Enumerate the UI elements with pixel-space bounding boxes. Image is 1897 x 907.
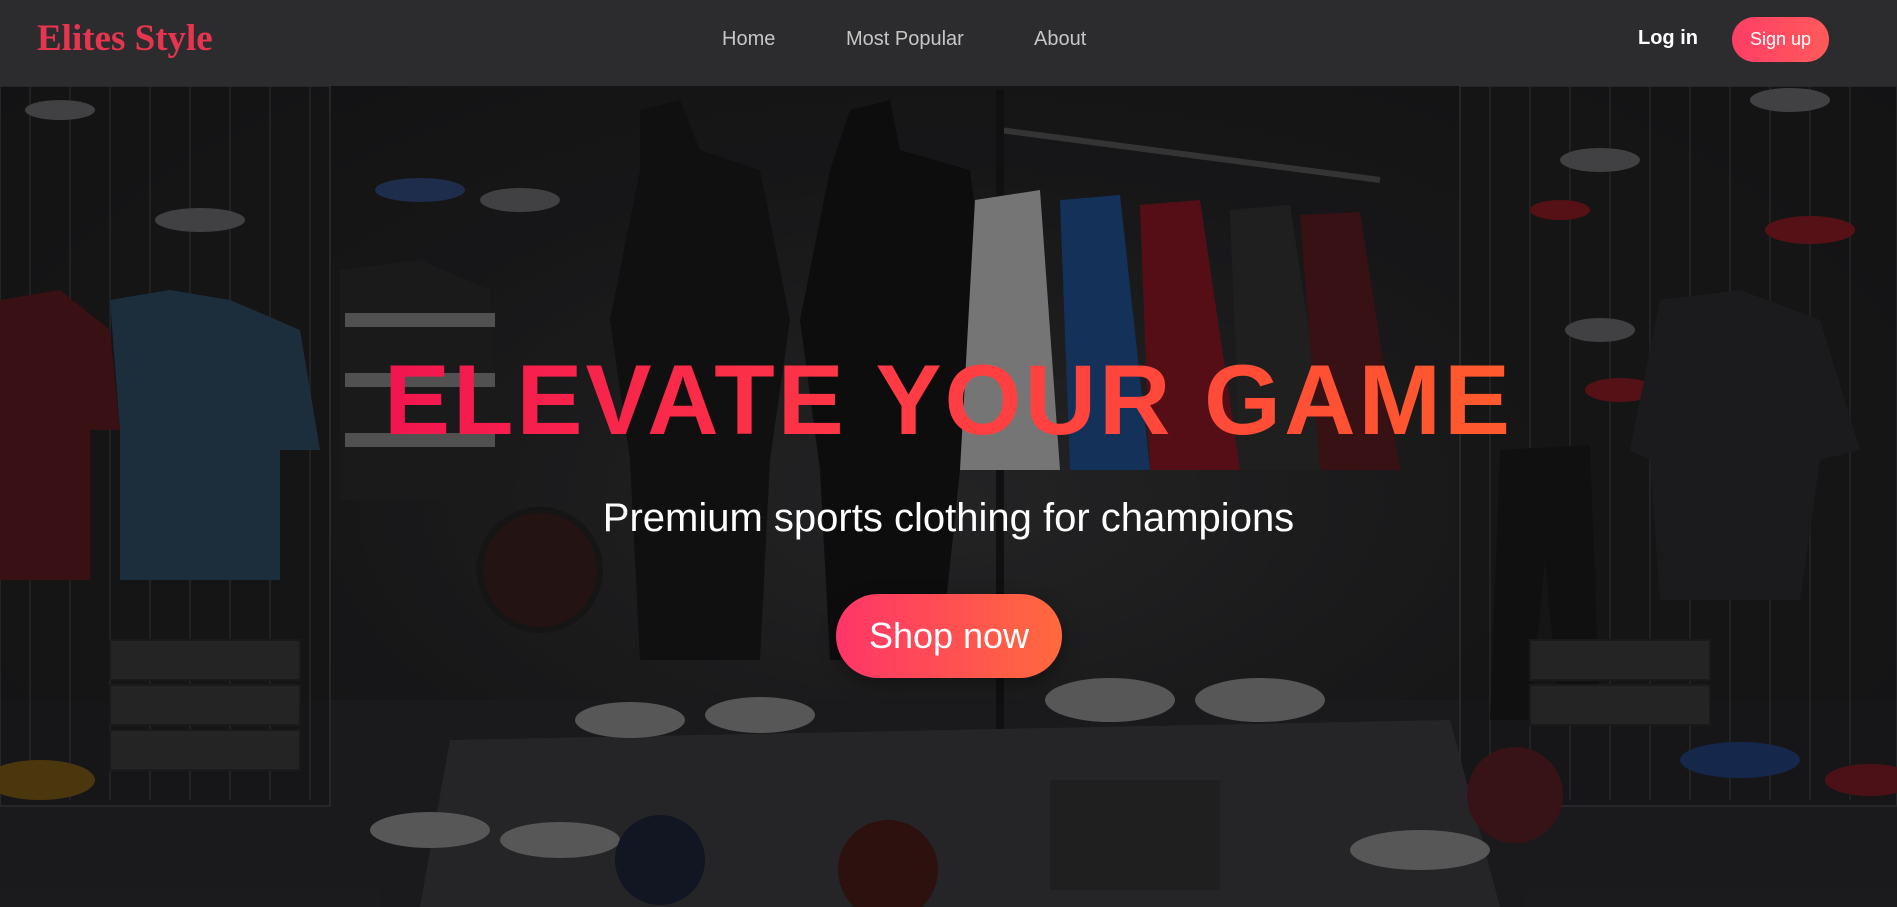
nav-link-about[interactable]: About [1034, 27, 1086, 51]
hero-title-text: ELEVATE YOUR GAME [383, 344, 1514, 455]
hero-subtitle: Premium sports clothing for champions [602, 496, 1295, 540]
nav-links: Home Most Popular About [0, 27, 1897, 51]
login-link[interactable]: Log in [1638, 26, 1698, 50]
shop-now-button[interactable]: Shop now [836, 594, 1062, 678]
landing-page: Elites Style Home Most Popular About Log… [0, 0, 1897, 907]
nav-link-home[interactable]: Home [722, 27, 775, 51]
hero-title: ELEVATE YOUR GAME [0, 345, 1897, 455]
signup-button[interactable]: Sign up [1732, 17, 1829, 62]
nav-link-most-popular[interactable]: Most Popular [846, 27, 964, 51]
top-navbar: Elites Style Home Most Popular About Log… [0, 0, 1897, 86]
